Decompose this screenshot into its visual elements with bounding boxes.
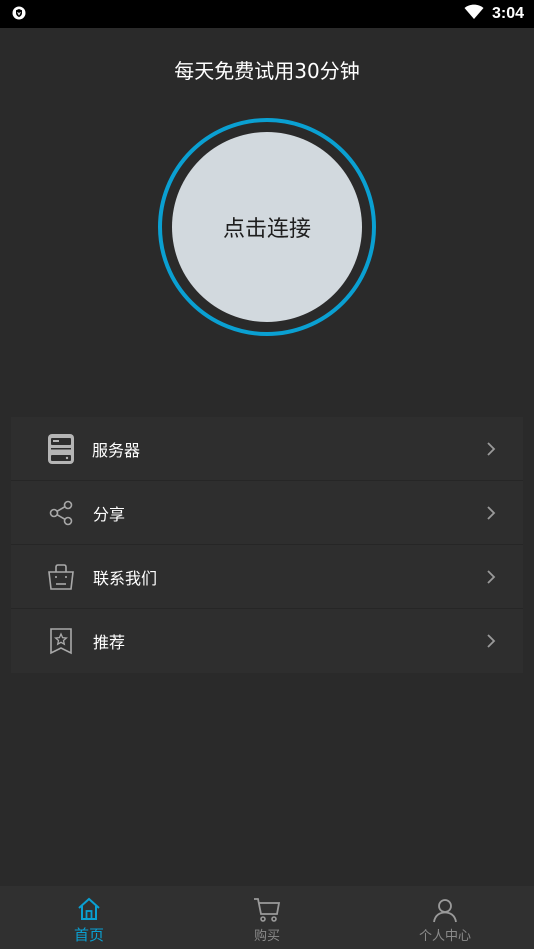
nav-item-profile[interactable]: 个人中心 [356,886,534,949]
server-icon [45,433,77,465]
shield-icon [12,5,26,24]
bottom-nav: 首页 购买 个人中心 [0,886,534,949]
menu-item-label: 服务器 [92,440,141,460]
menu-item-recommend[interactable]: 推荐 [11,609,523,673]
chevron-right-icon [485,569,497,585]
menu-list: 服务器 分享 联系我们 推荐 [11,417,523,673]
app-screen: 3:04 每天免费试用30分钟 点击连接 服务器 分享 联系我们 推荐 首页 购… [0,0,534,949]
chevron-right-icon [485,633,497,649]
chevron-right-icon [485,505,497,521]
menu-item-label: 联系我们 [93,568,158,588]
status-bar: 3:04 [0,0,534,28]
connect-label: 点击连接 [222,217,311,242]
nav-item-buy[interactable]: 购买 [178,886,356,949]
wifi-icon [464,4,484,24]
menu-item-label: 分享 [93,504,126,524]
nav-label: 个人中心 [418,928,471,944]
menu-item-server[interactable]: 服务器 [11,417,523,481]
menu-item-share[interactable]: 分享 [11,481,523,545]
contact-bag-icon [45,561,77,593]
nav-label: 首页 [73,925,104,944]
menu-item-label: 推荐 [93,633,126,652]
trial-text: 每天免费试用30分钟 [174,59,360,83]
menu-item-contact[interactable]: 联系我们 [11,545,523,609]
nav-label: 购买 [253,928,280,944]
user-icon [431,896,459,924]
nav-item-home[interactable]: 首页 [0,886,178,949]
chevron-right-icon [485,441,497,457]
share-icon [45,497,77,529]
star-bookmark-icon [45,625,77,657]
home-icon [75,895,103,923]
connect-button[interactable]: 点击连接 [172,132,362,322]
connect-ring: 点击连接 [158,118,376,336]
cart-icon [253,896,281,924]
status-time: 3:04 [491,5,524,22]
